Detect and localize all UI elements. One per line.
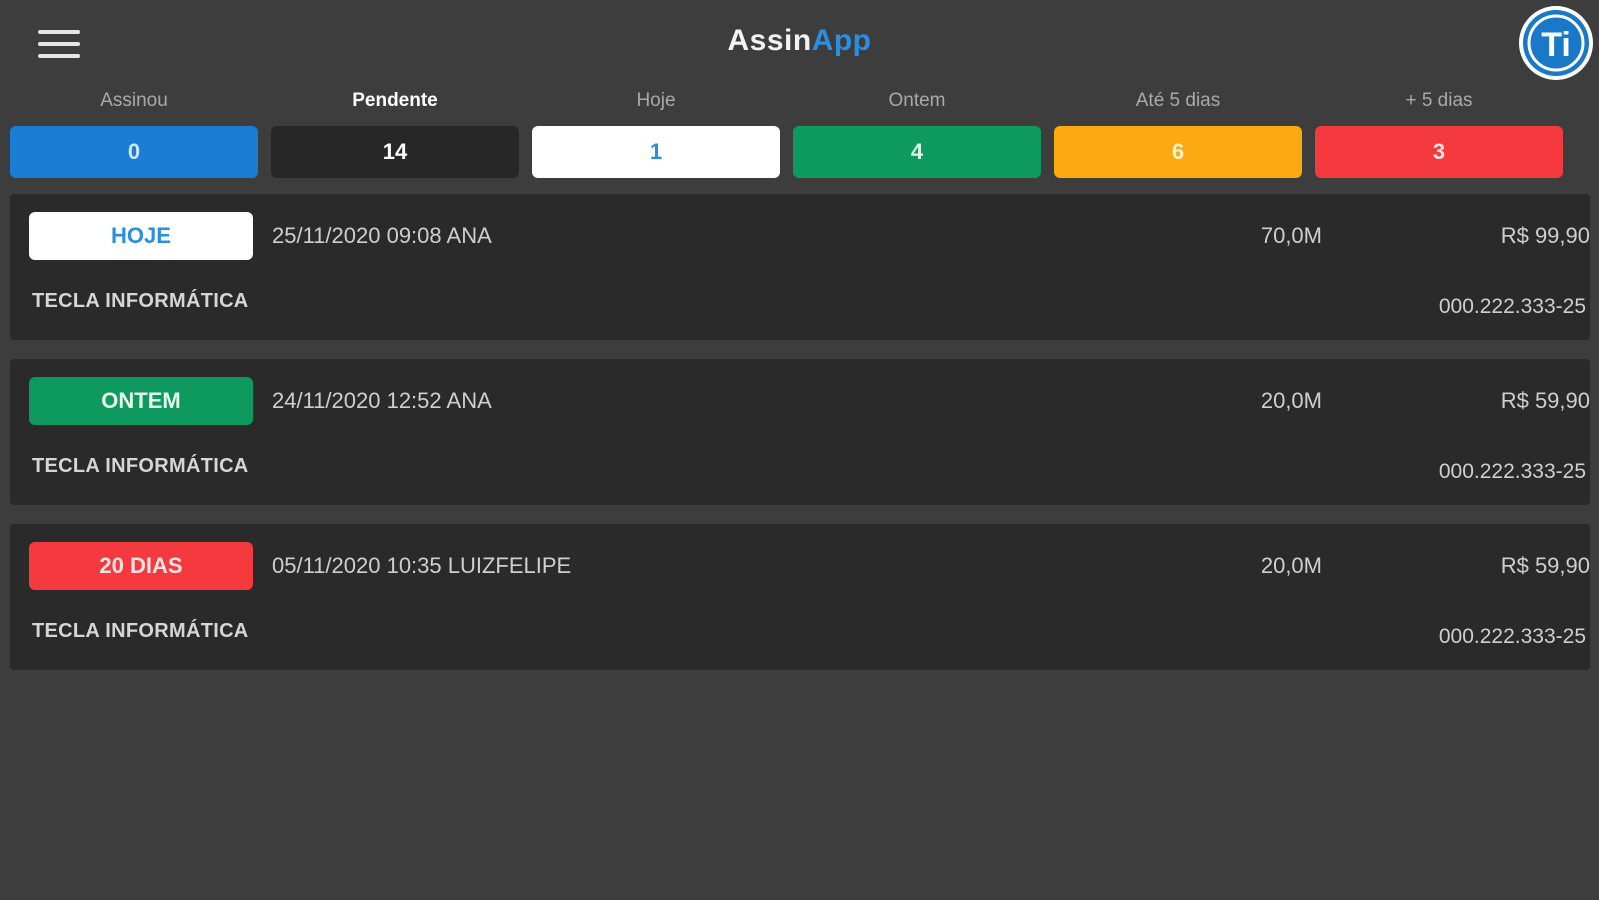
tab-count: 4 — [793, 126, 1041, 178]
item-company: TECLA INFORMÁTICA — [32, 290, 249, 312]
tab-label: Assinou — [100, 90, 168, 111]
list-item[interactable]: ONTEM 24/11/2020 12:52 ANA 20,0M R$ 59,9… — [10, 359, 1590, 505]
item-date-user: 05/11/2020 10:35 LUIZFELIPE — [272, 553, 572, 578]
app-title: AssinApp — [0, 24, 1599, 58]
item-price: R$ 59,90 — [1500, 388, 1590, 413]
top-bar: AssinApp Ti — [0, 0, 1599, 86]
item-size: 20,0M — [1260, 388, 1322, 413]
tab-label: + 5 dias — [1405, 90, 1473, 111]
logo-text: Ti — [1541, 26, 1571, 64]
tab-count: 1 — [532, 126, 780, 178]
item-size: 70,0M — [1260, 223, 1322, 248]
company-logo[interactable]: Ti — [1517, 4, 1595, 82]
status-badge: 20 DIAS — [29, 542, 253, 590]
item-document-number: 000.222.333-25 — [1438, 460, 1586, 483]
tab-assinou[interactable]: Assinou 0 — [10, 86, 258, 178]
tab-count: 0 — [10, 126, 258, 178]
status-badge: HOJE — [29, 212, 253, 260]
tab-count: 6 — [1054, 126, 1302, 178]
tab-label: Pendente — [352, 90, 438, 111]
item-document-number: 000.222.333-25 — [1438, 625, 1586, 648]
tab-label: Hoje — [636, 90, 676, 111]
list-item[interactable]: HOJE 25/11/2020 09:08 ANA 70,0M R$ 99,90… — [10, 194, 1590, 340]
item-price: R$ 99,90 — [1500, 223, 1590, 248]
item-date-user: 25/11/2020 09:08 ANA — [272, 223, 492, 248]
tab-ontem[interactable]: Ontem 4 — [793, 86, 1041, 178]
tab-pendente[interactable]: Pendente 14 — [271, 86, 519, 178]
item-size: 20,0M — [1260, 553, 1322, 578]
tab-mais-5-dias[interactable]: + 5 dias 3 — [1315, 86, 1563, 178]
item-company: TECLA INFORMÁTICA — [32, 620, 249, 642]
tab-count: 3 — [1315, 126, 1563, 178]
item-date-user: 24/11/2020 12:52 ANA — [272, 388, 492, 413]
tab-label: Até 5 dias — [1135, 90, 1221, 111]
app-screen: AssinApp Ti Assinou 0 Pendente 14 Hoje 1… — [0, 0, 1599, 900]
tab-hoje[interactable]: Hoje 1 — [532, 86, 780, 178]
list-item[interactable]: 20 DIAS 05/11/2020 10:35 LUIZFELIPE 20,0… — [10, 524, 1590, 670]
item-company: TECLA INFORMÁTICA — [32, 455, 249, 477]
item-document-number: 000.222.333-25 — [1438, 295, 1586, 318]
tab-count: 14 — [271, 126, 519, 178]
app-title-part2: App — [811, 24, 872, 57]
item-price: R$ 59,90 — [1500, 553, 1590, 578]
tab-ate-5-dias[interactable]: Até 5 dias 6 — [1054, 86, 1302, 178]
app-title-part1: Assin — [727, 24, 812, 57]
status-badge: ONTEM — [29, 377, 253, 425]
tab-label: Ontem — [888, 90, 946, 111]
